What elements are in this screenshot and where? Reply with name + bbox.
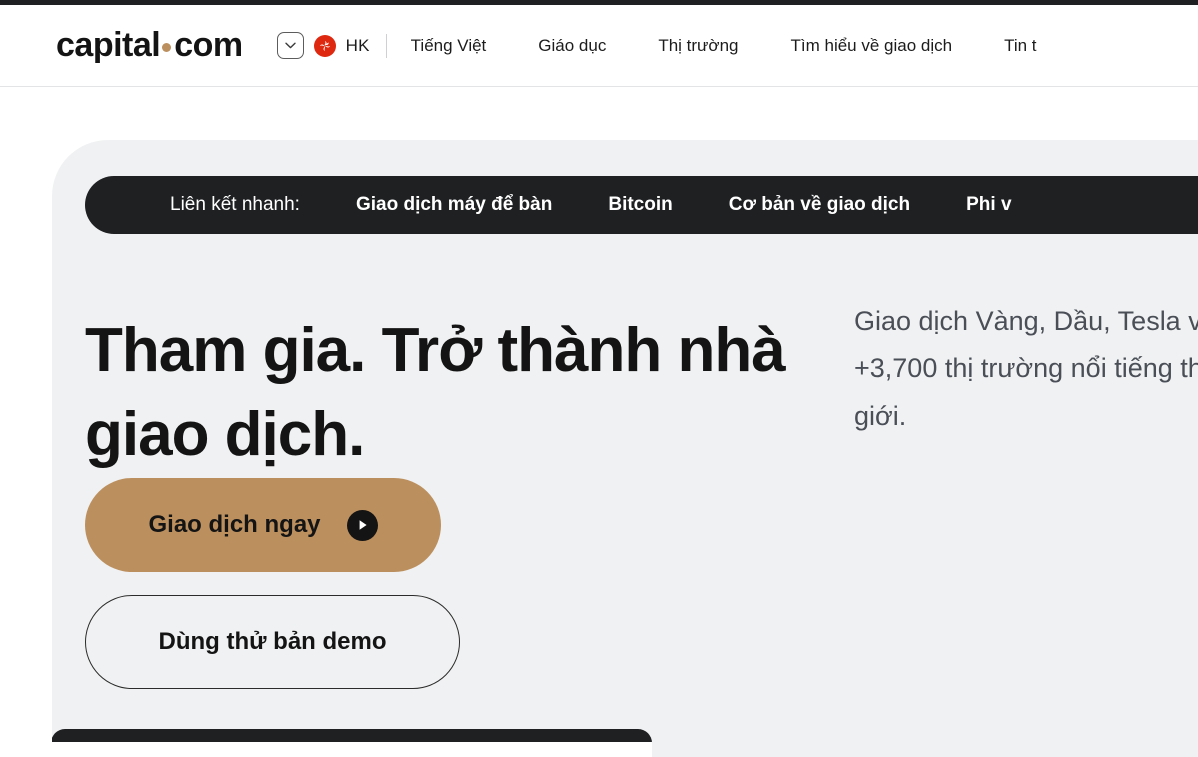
quick-link-bitcoin[interactable]: Bitcoin xyxy=(608,194,672,216)
region-selector[interactable]: HK Tiếng Việt xyxy=(276,32,487,59)
nav-item-news[interactable]: Tin t xyxy=(1004,36,1036,56)
logo-text-primary: capital xyxy=(56,26,161,64)
quick-link-fees[interactable]: Phi v xyxy=(966,194,1011,216)
language-selector[interactable]: Tiếng Việt xyxy=(411,36,487,56)
trade-now-button[interactable]: Giao dịch ngay xyxy=(85,478,441,572)
hero-description: Giao dịch Vàng, Dầu, Tesla và +3,700 thị… xyxy=(854,306,1198,431)
nav-item-markets[interactable]: Thị trường xyxy=(658,36,738,56)
quick-links-label: Liên kết nhanh: xyxy=(170,194,300,215)
try-demo-button-label: Dùng thử bản demo xyxy=(158,628,387,655)
region-dropdown-button[interactable] xyxy=(276,32,304,59)
hong-kong-flag-icon xyxy=(313,34,336,57)
hero-panel: Liên kết nhanh: Giao dịch máy để bàn Bit… xyxy=(52,140,1198,757)
header-divider xyxy=(385,33,387,58)
quick-link-desktop-trading[interactable]: Giao dịch máy để bàn xyxy=(356,194,552,216)
logo-text-secondary: com xyxy=(174,26,243,64)
site-header: capital com HK Tiếng Việt Giáo dục Thị t… xyxy=(0,5,1198,87)
quick-links-bar: Liên kết nhanh: Giao dịch máy để bàn Bit… xyxy=(85,176,1198,234)
platform-preview-card xyxy=(52,729,652,757)
chevron-down-icon xyxy=(284,42,296,49)
logo-dot-icon xyxy=(162,43,172,52)
hero-headline: Tham gia. Trở thành nhà giao dịch. xyxy=(85,315,786,469)
nav-item-learn-to-trade[interactable]: Tìm hiểu về giao dịch xyxy=(791,36,953,56)
site-logo[interactable]: capital com xyxy=(56,26,243,65)
main-navigation: Giáo dục Thị trường Tìm hiểu về giao dịc… xyxy=(538,36,1036,56)
region-code-label: HK xyxy=(345,35,370,55)
header-inner: capital com HK Tiếng Việt Giáo dục Thị t… xyxy=(0,5,1198,86)
quick-link-trading-basics[interactable]: Cơ bản về giao dịch xyxy=(729,194,910,216)
try-demo-button[interactable]: Dùng thử bản demo xyxy=(85,595,460,689)
platform-preview-card-header xyxy=(52,729,652,742)
play-icon xyxy=(346,509,378,541)
nav-item-education[interactable]: Giáo dục xyxy=(538,36,606,56)
trade-now-button-label: Giao dịch ngay xyxy=(148,511,321,538)
